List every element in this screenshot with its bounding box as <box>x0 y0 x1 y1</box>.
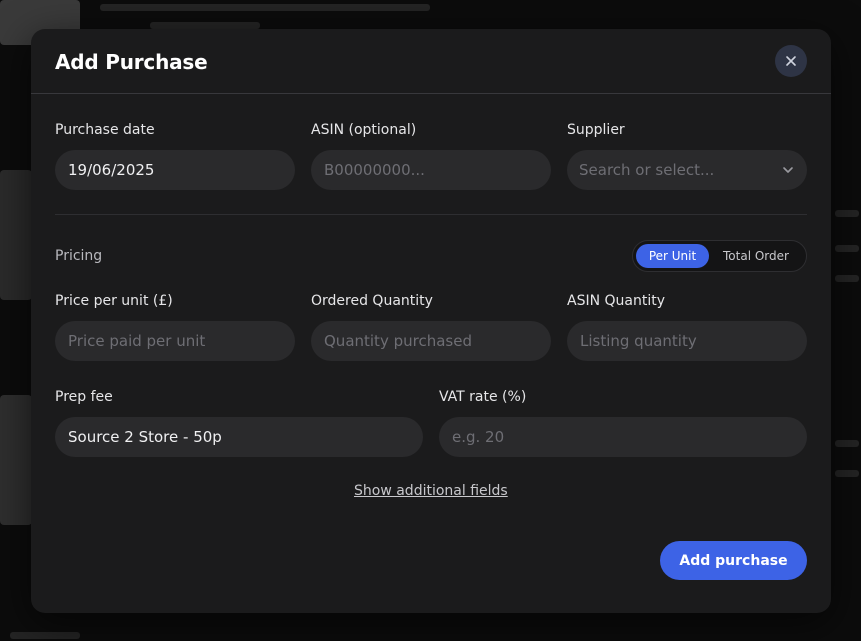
background-text <box>835 440 859 447</box>
show-additional-fields-link[interactable]: Show additional fields <box>354 483 508 499</box>
background-text <box>100 4 430 11</box>
purchase-date-input[interactable] <box>55 150 295 190</box>
prep-fee-input[interactable] <box>55 417 423 457</box>
chevron-down-icon <box>783 167 793 173</box>
section-divider <box>55 214 807 215</box>
add-purchase-modal: Add Purchase Purchase date ASIN (optiona… <box>31 29 831 613</box>
asin-input[interactable] <box>311 150 551 190</box>
toggle-total-order[interactable]: Total Order <box>709 244 803 268</box>
supplier-placeholder: Search or select... <box>579 161 715 179</box>
background-thumbnail <box>0 395 32 525</box>
asin-quantity-input[interactable] <box>567 321 807 361</box>
purchase-date-label: Purchase date <box>55 122 155 138</box>
ordered-quantity-label: Ordered Quantity <box>311 293 433 309</box>
asin-label: ASIN (optional) <box>311 122 417 138</box>
ordered-quantity-input[interactable] <box>311 321 551 361</box>
asin-quantity-label: ASIN Quantity <box>567 293 666 309</box>
modal-header: Add Purchase <box>31 29 831 94</box>
price-per-unit-input[interactable] <box>55 321 295 361</box>
vat-rate-label: VAT rate (%) <box>439 389 527 405</box>
modal-title: Add Purchase <box>55 50 208 74</box>
close-button[interactable] <box>775 45 807 77</box>
background-text <box>835 210 859 217</box>
background-text <box>150 22 260 29</box>
supplier-label: Supplier <box>567 122 625 138</box>
background-thumbnail <box>0 170 32 300</box>
pricing-mode-toggle: Per Unit Total Order <box>632 240 807 272</box>
close-icon <box>786 56 796 66</box>
background-text <box>835 245 859 252</box>
pricing-section-label: Pricing <box>55 248 103 264</box>
supplier-select[interactable]: Search or select... <box>567 150 807 190</box>
price-per-unit-label: Price per unit (£) <box>55 293 173 309</box>
add-purchase-button[interactable]: Add purchase <box>660 541 807 580</box>
background-text <box>835 275 859 282</box>
prep-fee-label: Prep fee <box>55 389 113 405</box>
background-text <box>10 632 80 639</box>
vat-rate-input[interactable] <box>439 417 807 457</box>
background-text <box>835 470 859 477</box>
toggle-per-unit[interactable]: Per Unit <box>636 244 709 268</box>
